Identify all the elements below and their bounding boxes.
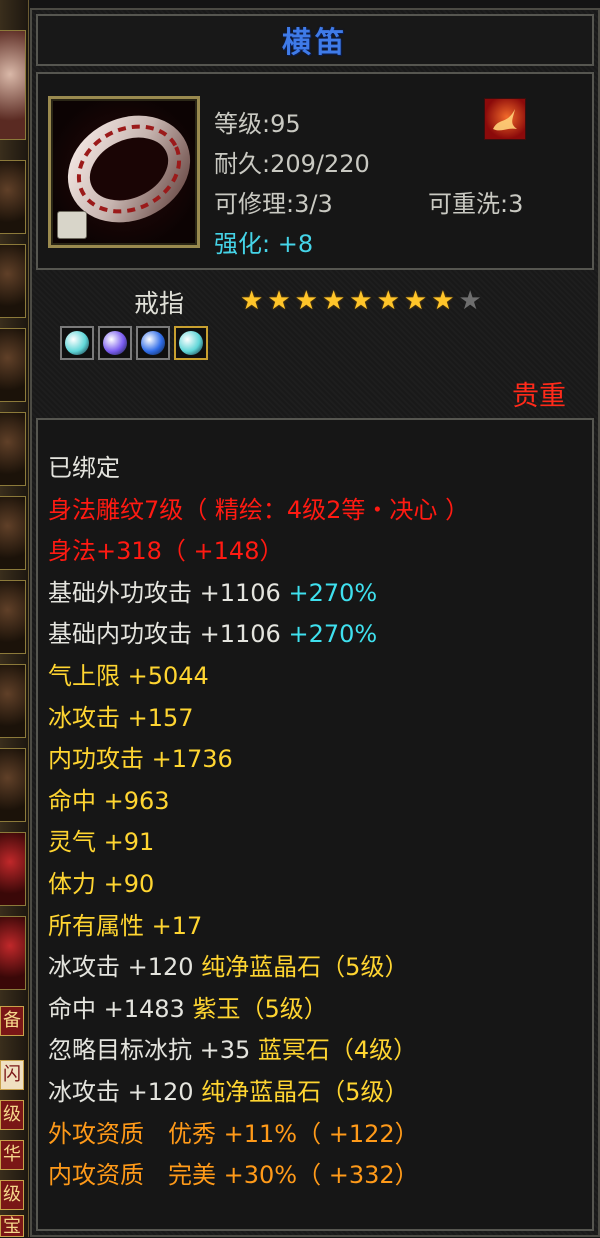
gem-sockets xyxy=(60,326,208,360)
bound-lock-icon xyxy=(57,211,87,239)
attribute-line: 所有属性 +17 xyxy=(48,906,469,948)
attribute-text: 命中 +963 xyxy=(48,786,170,815)
star-icon: ★ xyxy=(349,286,373,316)
attribute-line: 冰攻击 +157 xyxy=(48,698,469,740)
attribute-text: +270% xyxy=(288,578,378,607)
attribute-line: 命中 +1483 紫玉（5级） xyxy=(48,989,469,1031)
attribute-text: 命中 +1483 xyxy=(48,994,193,1023)
item-tooltip: 横笛 等级:95 耐久:209/220 可修理:3/3 可重洗:3 强化: +8… xyxy=(30,8,600,1237)
equipment-slot[interactable] xyxy=(0,160,26,234)
attribute-text: 冰攻击 +120 xyxy=(48,953,202,982)
gem-socket[interactable] xyxy=(60,326,94,360)
attribute-text: 忽略目标冰抗 +35 xyxy=(48,1036,258,1065)
attribute-text: 已绑定 xyxy=(48,454,120,482)
attribute-text: 内功攻击 +1736 xyxy=(48,745,233,774)
side-tag[interactable]: 华 xyxy=(0,1140,24,1170)
attribute-line: 忽略目标冰抗 +35 蓝冥石（4级） xyxy=(48,1030,469,1072)
attribute-line: 灵气 +91 xyxy=(48,822,469,864)
attribute-text: 气上限 +5044 xyxy=(48,661,209,690)
gem-socket[interactable] xyxy=(174,326,208,360)
side-tag[interactable]: 级 xyxy=(0,1100,24,1130)
attribute-list: 已绑定身法雕纹7级（ 精绘：4级2等・决心 ） 身法+318（ +148） 基础外功… xyxy=(48,448,469,1197)
attribute-line: 冰攻击 +120 纯净蓝晶石（5级） xyxy=(48,1072,469,1114)
attribute-text: 冰攻击 +120 xyxy=(48,1077,202,1106)
item-rewash: 可重洗:3 xyxy=(428,190,524,218)
attribute-line: 外攻资质 优秀 +11%（ +122） xyxy=(48,1114,469,1156)
attribute-panel: 已绑定身法雕纹7级（ 精绘：4级2等・决心 ） 身法+318（ +148） 基础外功… xyxy=(36,418,594,1231)
equipment-slot[interactable] xyxy=(0,580,26,654)
attribute-line: 基础内功攻击 +1106 +270% xyxy=(48,614,469,656)
attribute-text: 所有属性 +17 xyxy=(48,911,203,940)
equipment-slot[interactable] xyxy=(0,832,26,906)
attribute-text: +270% xyxy=(288,620,378,649)
item-title-bar: 横笛 xyxy=(36,14,594,66)
attribute-line: 体力 +90 xyxy=(48,864,469,906)
attribute-text: 内攻资质 完美 +30%（ +332） xyxy=(48,1161,419,1190)
attribute-line: 身法+318（ +148） xyxy=(48,531,469,573)
equipment-slot[interactable] xyxy=(0,916,26,990)
equipment-slot[interactable] xyxy=(0,328,26,402)
attribute-line: 身法雕纹7级（ 精绘：4级2等・决心 ） xyxy=(48,490,469,532)
attribute-line: 基础外功攻击 +1106 +270% xyxy=(48,573,469,615)
dragon-glyph xyxy=(493,109,517,131)
item-type-panel: 戒指 ★ ★ ★ ★ ★ ★ ★ ★ ★ 贵重 xyxy=(36,276,594,412)
equipment-slot[interactable] xyxy=(0,748,26,822)
attribute-text: 紫玉（5级） xyxy=(192,994,328,1023)
side-tag[interactable]: 备 xyxy=(0,1006,24,1036)
star-rating: ★ ★ ★ ★ ★ ★ ★ ★ ★ xyxy=(240,288,482,314)
cyan-gem-icon xyxy=(65,331,89,355)
attribute-text: 基础内功攻击 +1106 xyxy=(48,620,289,649)
star-icon: ★ xyxy=(240,286,264,316)
blue-gem-icon xyxy=(141,331,165,355)
ring-icon xyxy=(48,96,200,248)
item-info-panel: 等级:95 耐久:209/220 可修理:3/3 可重洗:3 强化: +8 xyxy=(36,72,594,270)
attribute-text: 纯净蓝晶石（5级） xyxy=(201,1077,409,1106)
star-icon: ★ xyxy=(376,286,400,316)
purple-gem-icon xyxy=(103,331,127,355)
portrait-slot[interactable] xyxy=(0,30,26,140)
item-level: 等级:95 xyxy=(214,110,301,138)
item-type: 戒指 xyxy=(134,289,185,318)
equipment-slot[interactable] xyxy=(0,412,26,486)
side-tag[interactable]: 闪 xyxy=(0,1060,24,1090)
equipment-slot[interactable] xyxy=(0,664,26,738)
attribute-text: 蓝冥石（4级） xyxy=(257,1036,418,1065)
item-name: 横笛 xyxy=(281,25,348,59)
attribute-text: 体力 +90 xyxy=(48,869,155,898)
equipment-slot[interactable] xyxy=(0,244,26,318)
attribute-text: 基础外功攻击 +1106 xyxy=(48,578,289,607)
star-icon: ★ xyxy=(294,286,318,316)
attribute-text: 灵气 +91 xyxy=(48,828,155,857)
star-icon: ★ xyxy=(458,286,482,316)
side-tag[interactable]: 级 xyxy=(0,1180,24,1210)
star-icon: ★ xyxy=(267,286,291,316)
attribute-text: 冰攻击 +157 xyxy=(48,703,194,732)
attribute-text: 身法+318（ +148） xyxy=(48,537,284,566)
item-repairable: 可修理:3/3 xyxy=(214,190,333,218)
attribute-line: 冰攻击 +120 纯净蓝晶石（5级） xyxy=(48,947,469,989)
star-icon: ★ xyxy=(321,286,346,316)
attribute-line: 气上限 +5044 xyxy=(48,656,469,698)
attribute-line: 已绑定 xyxy=(48,448,469,490)
attribute-text: 外攻资质 优秀 +11%（ +122） xyxy=(48,1119,419,1148)
side-panel-strip: 备 闪 级 华 级 宝 xyxy=(0,0,29,1237)
cyan-gem-icon xyxy=(179,331,203,355)
attribute-line: 内功攻击 +1736 xyxy=(48,739,469,781)
attribute-line: 命中 +963 xyxy=(48,781,469,823)
gem-socket[interactable] xyxy=(98,326,132,360)
item-rarity: 贵重 xyxy=(512,381,566,412)
star-icon: ★ xyxy=(403,286,428,316)
attribute-text: 身法雕纹7级（ 精绘：4级2等・决心 ） xyxy=(48,495,470,524)
side-tag[interactable]: 宝 xyxy=(0,1215,24,1237)
dragon-emblem-icon xyxy=(484,98,526,140)
equipment-slot[interactable] xyxy=(0,496,26,570)
gem-socket[interactable] xyxy=(136,326,170,360)
item-enhance: 强化: +8 xyxy=(214,230,314,258)
item-durability: 耐久:209/220 xyxy=(214,150,370,178)
attribute-line: 内攻资质 完美 +30%（ +332） xyxy=(48,1155,469,1197)
attribute-text: 纯净蓝晶石（5级） xyxy=(201,953,409,982)
star-icon: ★ xyxy=(431,286,455,316)
